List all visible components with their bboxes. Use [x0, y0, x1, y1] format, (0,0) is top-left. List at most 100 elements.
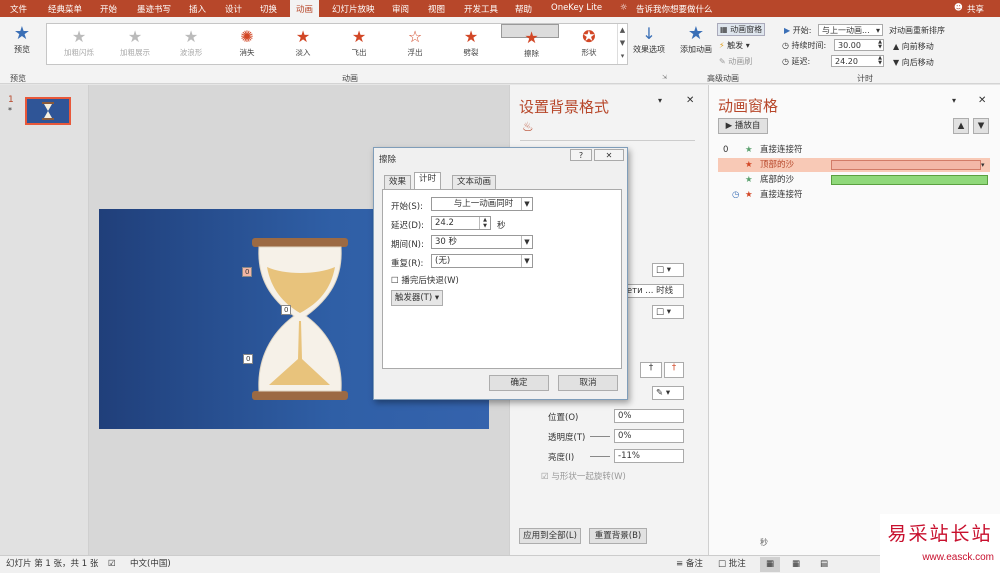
tab-effect[interactable]: 效果 — [384, 175, 412, 189]
anim-list-item-selected[interactable]: ★ 顶部的沙 ▾ — [718, 158, 990, 172]
spinner-icon[interactable]: ▲ ▼ — [479, 217, 490, 229]
tab-classic-menu[interactable]: 经典菜单 — [48, 3, 82, 15]
effect-float-out[interactable]: ☆ 浮出 — [387, 24, 443, 64]
move-down-button[interactable]: ▼ — [973, 118, 989, 134]
star-icon: ★ — [745, 175, 753, 185]
tab-ink[interactable]: 墨迹书写 — [137, 3, 171, 15]
effect-split[interactable]: ★ 劈裂 — [443, 24, 499, 64]
effect-bold-flash[interactable]: ★ 加粗闪烁 — [51, 24, 107, 64]
anim-tag[interactable]: 0 — [242, 267, 253, 277]
rewind-checkbox[interactable]: ☐ 播完后快退(W) — [391, 274, 459, 286]
tab-transitions[interactable]: 切换 — [260, 3, 277, 15]
comments-button[interactable]: □ 批注 — [718, 556, 746, 573]
pane-menu-icon[interactable]: ▾ — [952, 96, 956, 105]
effect-shape[interactable]: ✪ 形状 — [561, 24, 617, 64]
effect-fly-out[interactable]: ★ 飞出 — [331, 24, 387, 64]
transparency-slider[interactable] — [590, 436, 610, 437]
position-input[interactable]: 0% — [614, 409, 684, 423]
color-picker[interactable]: □ ▾ — [652, 305, 684, 319]
anim-list-item[interactable]: ◷ ★ 直接连接符 — [720, 188, 990, 202]
move-later-button[interactable]: ▼ 向后移动 — [893, 57, 934, 68]
spellcheck-icon[interactable]: ☑ — [108, 556, 116, 573]
language-status[interactable]: 中文(中国) — [130, 556, 171, 573]
dialog-launcher-icon[interactable]: ⇲ — [662, 74, 667, 81]
close-icon[interactable]: ✕ — [978, 95, 986, 106]
tab-help[interactable]: 帮助 — [515, 3, 532, 15]
tab-view[interactable]: 视图 — [428, 3, 445, 15]
anim-tag[interactable]: 0 — [243, 354, 254, 364]
spinner-icon[interactable]: ▲ ▼ — [878, 56, 882, 66]
slide-thumbnail[interactable] — [25, 97, 71, 125]
period-select[interactable]: 30 秒 ▼ — [431, 235, 533, 249]
timeline-bar[interactable] — [831, 175, 988, 185]
add-stop-icon[interactable]: † — [640, 362, 662, 378]
tab-timing[interactable]: 计时 — [414, 172, 442, 190]
preview-button[interactable]: ★ 预览 — [8, 24, 36, 64]
pane-menu-icon[interactable]: ▾ — [658, 96, 662, 105]
repeat-select[interactable]: (无) ▼ — [431, 254, 533, 268]
animation-gallery: ★ 加粗闪烁 ★ 加粗展示 ★ 波浪形 ✺ 消失 ★ 淡入 ★ 飞出 ☆ 浮出 ★ 劈裂 ★ 擦除… — [46, 23, 628, 65]
paint-bucket-icon[interactable]: ♨ — [522, 120, 534, 135]
gallery-scroll[interactable]: ▲ ▼ ▾ — [617, 24, 627, 64]
play-from-button[interactable]: ▶ 播放自 — [718, 118, 768, 134]
rotate-with-shape-checkbox[interactable]: ☑ 与形状一起旋转(W) — [541, 470, 626, 482]
share-button[interactable]: 共享 — [967, 3, 984, 15]
animation-pane-button[interactable]: ▦ 动画窗格 — [717, 23, 766, 36]
anim-list-item[interactable]: 0 ★ 直接连接符 — [720, 143, 990, 157]
tell-me-search[interactable]: 告诉我你想要做什么 — [636, 3, 713, 15]
effect-wave[interactable]: ★ 波浪形 — [163, 24, 219, 64]
down-triangle-icon: ▼ — [893, 58, 900, 67]
animation-painter-button[interactable]: ✎ 动画刷 — [719, 56, 752, 67]
start-select[interactable]: 与上一动画... ▾ — [818, 24, 883, 36]
tab-developer[interactable]: 开发工具 — [464, 3, 498, 15]
help-button[interactable]: ? — [570, 149, 592, 161]
reading-view-button[interactable]: ▤ — [820, 556, 828, 573]
dialog-close-button[interactable]: ✕ — [594, 149, 624, 161]
anim-list-item[interactable]: ★ 底部的沙 — [720, 173, 990, 187]
tab-text-animation[interactable]: 文本动画 — [452, 175, 497, 189]
reset-background-button[interactable]: 重置背景(B) — [589, 528, 647, 544]
brightness-input[interactable]: -11% — [614, 449, 684, 463]
duration-input[interactable]: 30.00 ▲ ▼ — [834, 39, 884, 51]
effect-wipe[interactable]: ★ 擦除 — [501, 24, 559, 58]
apply-to-all-button[interactable]: 应用到全部(L) — [519, 528, 581, 544]
tab-file[interactable]: 文件 — [10, 3, 27, 15]
tab-home[interactable]: 开始 — [100, 3, 117, 15]
effect-fade[interactable]: ★ 淡入 — [275, 24, 331, 64]
color-picker[interactable]: □ ▾ — [652, 263, 684, 277]
tab-slideshow[interactable]: 幻灯片放映 — [332, 3, 375, 15]
delay-input[interactable]: 24.2 ▲ ▼ — [431, 216, 491, 230]
tab-review[interactable]: 审阅 — [392, 3, 409, 15]
delay-label: 延迟(D): — [391, 221, 425, 231]
transparency-input[interactable]: 0% — [614, 429, 684, 443]
move-up-button[interactable]: ▲ — [953, 118, 969, 134]
notes-button[interactable]: ≡ 备注 — [676, 556, 703, 573]
cancel-button[interactable]: 取消 — [558, 375, 618, 391]
hourglass-thumb-icon — [42, 102, 54, 120]
anim-tag[interactable]: 0 — [281, 305, 292, 315]
trigger-button[interactable]: ⚡ 触发 ▾ — [719, 40, 750, 51]
normal-view-button[interactable]: ▦ — [760, 557, 780, 572]
close-icon[interactable]: ✕ — [686, 95, 694, 106]
start-select[interactable]: 与上一动画同时 ▼ — [431, 197, 533, 211]
effect-disappear[interactable]: ✺ 消失 — [219, 24, 275, 64]
tab-onekey[interactable]: OneKey Lite — [551, 3, 602, 13]
timeline-unit: 秒 — [760, 538, 768, 547]
move-earlier-button[interactable]: ▲ 向前移动 — [893, 41, 934, 52]
brightness-slider[interactable] — [590, 456, 610, 457]
add-animation-button[interactable]: ★ 添加动画 — [678, 24, 714, 64]
effect-bold-reveal[interactable]: ★ 加粗展示 — [107, 24, 163, 64]
timeline-bar[interactable] — [831, 160, 981, 170]
spinner-icon[interactable]: ▲ ▼ — [878, 40, 882, 50]
trigger-button[interactable]: 触发器(T) ▾ — [391, 290, 443, 306]
stop-color-picker[interactable]: ✎ ▾ — [652, 386, 684, 400]
tab-insert[interactable]: 插入 — [189, 3, 206, 15]
effect-options-button[interactable]: ↓ 效果选项 — [630, 24, 668, 64]
delay-input[interactable]: 24.20 ▲ ▼ — [831, 55, 884, 67]
ok-button[interactable]: 确定 — [489, 375, 549, 391]
tab-design[interactable]: 设计 — [225, 3, 242, 15]
tab-animations[interactable]: 动画 — [290, 0, 320, 17]
chevron-down-icon[interactable]: ▾ — [981, 158, 985, 172]
sorter-view-button[interactable]: ▦ — [792, 556, 800, 573]
remove-stop-icon[interactable]: † — [664, 362, 684, 378]
